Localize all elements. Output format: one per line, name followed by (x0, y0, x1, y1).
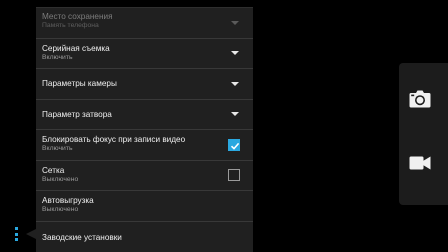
row-title: Серийная съемка (42, 43, 110, 53)
checkmark-icon (230, 142, 240, 150)
dropdown-arrow-icon (231, 81, 239, 86)
overflow-menu-icon[interactable] (10, 226, 22, 242)
row-title: Место сохранения (42, 12, 113, 21)
shutter-parameter-setting[interactable]: Параметр затвора (36, 100, 253, 130)
dropdown-arrow-icon (231, 51, 239, 56)
row-title: Заводские установки (42, 232, 122, 242)
row-title: Параметры камеры (42, 79, 117, 88)
row-subtitle: Выключено (42, 175, 79, 183)
video-mode-button[interactable] (399, 145, 448, 185)
row-title: Сетка (42, 165, 65, 175)
settings-menu: Место сохранения Память телефона Серийна… (36, 7, 253, 252)
dropdown-arrow-icon (231, 112, 239, 117)
row-title: Блокировать фокус при записи видео (42, 135, 186, 144)
photo-mode-button[interactable] (399, 80, 448, 120)
row-text: Заводские установки (42, 233, 227, 243)
row-title: Автовыгрузка (42, 196, 94, 205)
row-subtitle: Включить (42, 145, 73, 152)
row-text: Параметр затвора (42, 110, 227, 120)
menu-pointer (26, 229, 36, 239)
burst-shot-setting[interactable]: Серийная съемка Включить (36, 39, 253, 69)
lock-focus-video-setting[interactable]: Блокировать фокус при записи видео Включ… (36, 130, 253, 161)
video-camera-icon (409, 156, 431, 170)
row-subtitle: Включить (42, 53, 73, 61)
storage-location-setting[interactable]: Место сохранения Память телефона (36, 8, 253, 39)
lock-focus-checkbox[interactable] (228, 138, 240, 151)
camera-parameters-setting[interactable]: Параметры камеры (36, 69, 253, 100)
grid-checkbox[interactable] (228, 169, 240, 182)
row-text: Автовыгрузка Выключено (42, 196, 227, 214)
factory-reset-setting[interactable]: Заводские установки (36, 222, 253, 252)
camera-screen: Место сохранения Память телефона Серийна… (0, 0, 448, 252)
row-text: Серийная съемка Включить (42, 44, 227, 62)
row-title: Параметр затвора (42, 109, 112, 119)
row-text: Блокировать фокус при записи видео Включ… (42, 135, 227, 153)
row-subtitle: Память телефона (42, 22, 99, 29)
row-subtitle: Выключено (42, 206, 79, 213)
dropdown-arrow-icon (231, 20, 239, 25)
row-text: Место сохранения Память телефона (42, 12, 227, 30)
row-text: Сетка Выключено (42, 166, 227, 184)
camera-icon (409, 90, 431, 108)
auto-upload-setting[interactable]: Автовыгрузка Выключено (36, 191, 253, 222)
row-text: Параметры камеры (42, 79, 227, 89)
grid-setting[interactable]: Сетка Выключено (36, 161, 253, 191)
mode-switcher (399, 63, 448, 205)
